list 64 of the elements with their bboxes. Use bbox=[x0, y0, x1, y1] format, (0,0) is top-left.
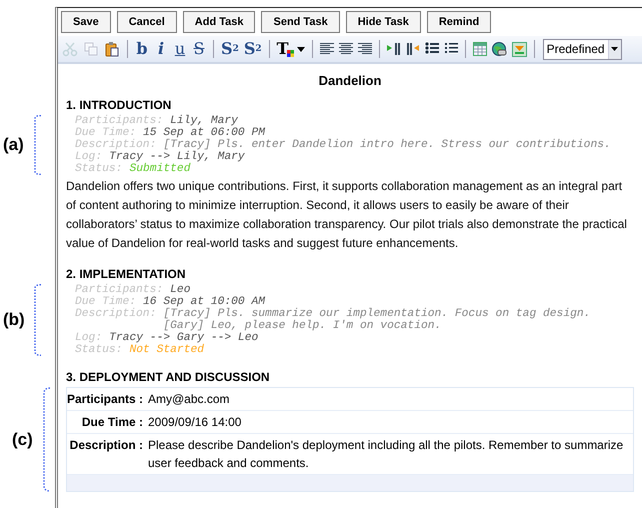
text-color-button[interactable]: T bbox=[276, 41, 294, 57]
status-label: Status: bbox=[75, 163, 122, 175]
section-heading: 3. DEPLOYMENT AND DISCUSSION bbox=[66, 370, 271, 384]
paste-icon[interactable] bbox=[104, 41, 120, 57]
task-field-label: Participants: bbox=[75, 115, 164, 127]
task-field-value: [Gary] Leo, please help. I'm on vocation. bbox=[163, 320, 442, 332]
task-field-value: [Tracy] Pls. summarize our implementation. Focus on tag design. bbox=[163, 308, 590, 320]
status-label: Status: bbox=[75, 344, 122, 356]
script-button[interactable]: S$^{2}$ bbox=[221, 41, 239, 57]
form-value: 2009/09/16 14:00 bbox=[148, 414, 242, 431]
action-button[interactable]: Add Task bbox=[182, 11, 256, 33]
form-label: Description : bbox=[68, 437, 144, 454]
task-field-label: Description: bbox=[75, 139, 156, 151]
globe-icon[interactable] bbox=[492, 42, 507, 56]
task-field-value: 16 Sep at 10:00 AM bbox=[143, 296, 266, 308]
bullet-list-icon[interactable] bbox=[424, 42, 439, 56]
task-field-value: Lily, Mary bbox=[170, 115, 238, 127]
format-button[interactable]: b bbox=[135, 41, 149, 57]
outdent-icon[interactable] bbox=[406, 42, 420, 56]
task-field-label: Participants: bbox=[75, 284, 164, 296]
numbered-list-icon[interactable] bbox=[444, 42, 458, 56]
form-label: Due Time : bbox=[80, 414, 144, 431]
task-field-value: 15 Sep at 06:00 PM bbox=[143, 127, 266, 139]
annotation-label: (a) bbox=[3, 135, 24, 155]
task-field-value: Tracy --> Gary --> Leo bbox=[109, 332, 258, 344]
task-field-value: Leo bbox=[170, 284, 190, 296]
format-button[interactable]: S bbox=[192, 41, 206, 57]
action-button[interactable]: Cancel bbox=[116, 11, 177, 33]
bracket-mark bbox=[34, 284, 42, 356]
table-icon[interactable] bbox=[472, 42, 487, 56]
align-icon[interactable] bbox=[358, 43, 372, 55]
status-value: Submitted bbox=[129, 163, 190, 175]
document-title: Dandelion bbox=[318, 73, 382, 88]
format-button[interactable]: i bbox=[154, 41, 168, 57]
image-icon[interactable] bbox=[512, 42, 527, 56]
section-heading: 1. INTRODUCTION bbox=[66, 98, 172, 112]
bracket-mark bbox=[34, 115, 42, 175]
section-heading: 2. IMPLEMENTATION bbox=[66, 267, 187, 281]
status-value: Not Started bbox=[129, 344, 204, 356]
action-button[interactable]: Hide Task bbox=[346, 11, 421, 33]
form-label: Participants : bbox=[67, 391, 144, 408]
task-field-value: [Tracy] Pls. enter Dandelion intro here. Stress our contributions. bbox=[163, 139, 611, 151]
task-field-label: Log: bbox=[75, 151, 102, 163]
format-button[interactable]: u bbox=[173, 41, 187, 57]
task-field-label: Due Time: bbox=[75, 127, 136, 139]
action-button[interactable]: Send Task bbox=[261, 11, 340, 33]
task-field-label: Description: bbox=[75, 308, 156, 322]
task-field-label: Log: bbox=[75, 332, 102, 344]
align-icon[interactable] bbox=[320, 43, 334, 55]
caret-icon[interactable] bbox=[611, 47, 618, 51]
align-icon[interactable] bbox=[338, 43, 353, 55]
task-field-label: Due Time: bbox=[75, 296, 136, 308]
action-button[interactable]: Save bbox=[61, 11, 111, 33]
color-swatch-icon[interactable] bbox=[286, 50, 294, 56]
action-button[interactable]: Remind bbox=[426, 11, 492, 33]
annotation-label: (b) bbox=[3, 310, 25, 330]
indent-icon[interactable] bbox=[386, 42, 401, 56]
paragraph: Dandelion offers two unique contributions. First, it supports collaboration management as an integral part of content authoring to minimize interruption. Second, it allows users to easily be aware of their collaborators’ status to maximize collaboration transparency. Our pilot trials also demonstrate the practical value of Dandelion for real-world tasks and suggest future enhancements. bbox=[66, 178, 628, 252]
form-value: Please describe Dandelion's deployment including all the pilots. Remember to summarize user feedback and comments. bbox=[148, 437, 624, 472]
annotation-label: (c) bbox=[12, 430, 33, 450]
style-dropdown[interactable]: Predefined bbox=[542, 38, 622, 60]
task-field-value: Tracy --> Lily, Mary bbox=[109, 151, 245, 163]
caret-icon[interactable] bbox=[296, 46, 305, 52]
form-value: Amy@abc.com bbox=[148, 391, 231, 408]
